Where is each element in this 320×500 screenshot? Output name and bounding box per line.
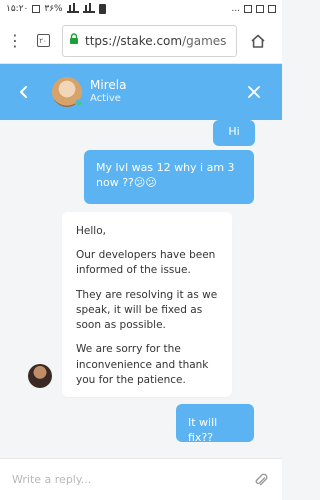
home-icon[interactable] bbox=[243, 18, 273, 64]
tabs-count: ۲۰ bbox=[36, 34, 50, 47]
message-text: It will fix?? bbox=[188, 416, 218, 445]
user-message: It will fix?? bbox=[176, 404, 254, 445]
chat-header: Mirela Active bbox=[0, 64, 282, 120]
battery-percent: ۳۶% bbox=[44, 4, 63, 14]
agent-name: Mirela bbox=[90, 78, 127, 93]
agent-avatar bbox=[52, 77, 83, 107]
message-paragraph: We are sorry for the inconvenience and t… bbox=[76, 343, 209, 386]
close-icon[interactable] bbox=[244, 82, 264, 102]
lock-icon bbox=[69, 33, 79, 48]
battery-icon bbox=[98, 4, 106, 14]
message-paragraph: Our developers have been informed of the… bbox=[76, 249, 216, 277]
chevron-left-icon[interactable] bbox=[18, 85, 42, 99]
message-text: My lvl was 12 why i am 3 now ??😕😕 bbox=[96, 161, 235, 190]
message-text: Hi bbox=[228, 125, 240, 138]
browser-toolbar: ⋮ ۲۰ ttps://stake.com/games bbox=[0, 18, 282, 64]
signal-icon-2 bbox=[82, 3, 95, 13]
status-dots: ... bbox=[231, 4, 240, 14]
more-vert-icon[interactable]: ⋮ bbox=[0, 18, 30, 64]
status-time: ۱۵:۲۰ bbox=[6, 4, 29, 14]
reply-input[interactable]: Write a reply... bbox=[12, 473, 252, 486]
tabs-icon[interactable]: ۲۰ bbox=[30, 18, 56, 64]
agent-status: Active bbox=[90, 93, 121, 105]
agent-message: Hello, Our developers have been informed… bbox=[62, 212, 232, 397]
message-composer[interactable]: Write a reply... bbox=[0, 458, 282, 500]
status-right: ... bbox=[231, 4, 276, 14]
status-left: ۱۵:۲۰ ۳۶% bbox=[6, 3, 106, 14]
url-bar[interactable]: ttps://stake.com/games bbox=[62, 24, 237, 57]
url-path: /games bbox=[182, 33, 227, 48]
user-message: My lvl was 12 why i am 3 now ??😕😕 bbox=[84, 150, 254, 204]
agent-info: Mirela Active bbox=[90, 78, 127, 105]
message-paragraph: They are resolving it as we speak, it wi… bbox=[76, 288, 218, 332]
chat-messages[interactable]: Hi My lvl was 12 why i am 3 now ??😕😕 Hel… bbox=[0, 120, 282, 458]
url-host: ttps://stake.com bbox=[85, 33, 183, 48]
gallery-icon bbox=[256, 5, 264, 13]
paperclip-icon[interactable] bbox=[252, 471, 270, 489]
url-text: ttps://stake.com/games bbox=[85, 34, 226, 48]
notification-icon bbox=[32, 5, 41, 13]
presence-dot bbox=[75, 99, 83, 107]
message-paragraph: Hello, bbox=[76, 225, 106, 237]
agent-message-avatar bbox=[28, 364, 52, 388]
mail-icon bbox=[268, 5, 276, 13]
camera-icon bbox=[244, 5, 252, 13]
signal-icon bbox=[66, 3, 79, 13]
user-message: Hi bbox=[213, 120, 255, 146]
android-status-bar: ۱۵:۲۰ ۳۶% ... bbox=[0, 0, 282, 18]
